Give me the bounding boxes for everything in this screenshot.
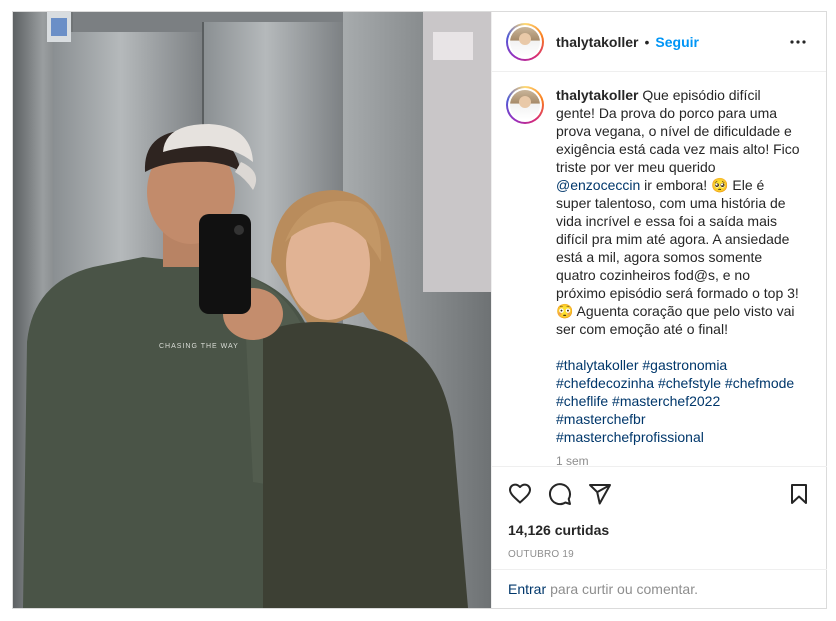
hashtag-line: #cheflife #masterchef2022 [556, 392, 801, 410]
author-avatar[interactable] [506, 22, 544, 61]
post-photo[interactable]: CHASING THE WAY [13, 12, 491, 608]
post-side-panel: thalytakoller • Seguir thalytakoller Que… [491, 12, 827, 608]
hashtag-link[interactable]: #chefstyle [658, 375, 721, 391]
hashtag-link[interactable]: #masterchef2022 [612, 393, 720, 409]
hashtag-link[interactable]: #masterchefprofissional [556, 429, 704, 445]
elevator-selfie-image: CHASING THE WAY [13, 12, 491, 608]
paper-plane-icon [589, 484, 611, 505]
post-actions-section: 14,126 curtidas OUTUBRO 19 [492, 466, 827, 560]
more-options-button[interactable] [786, 30, 810, 54]
hashtag-line: #thalytakoller #gastronomia [556, 356, 801, 374]
hashtag-link[interactable]: #gastronomia [642, 357, 727, 373]
more-horizontal-icon [790, 39, 806, 44]
bookmark-icon [791, 484, 807, 504]
separator-dot: • [644, 33, 650, 50]
likes-count[interactable]: 14,126 curtidas [492, 521, 827, 539]
comment-icon [548, 483, 571, 506]
login-link[interactable]: Entrar [508, 581, 546, 597]
hashtag-line: #masterchefprofissional [556, 428, 801, 446]
login-prompt: para curtir ou comentar. [550, 581, 698, 597]
hashtag-link[interactable]: #chefdecozinha [556, 375, 654, 391]
caption-text: thalytakoller Que episódio difícil gente… [556, 86, 801, 466]
caption-author-avatar[interactable] [506, 86, 544, 124]
caption: thalytakoller Que episódio difícil gente… [506, 86, 811, 466]
hashtag-list: #thalytakoller #gastronomia #chefdecozin… [556, 356, 801, 446]
action-bar [492, 467, 827, 521]
avatar-photo [510, 26, 540, 57]
comment-login-bar: Entrar para curtir ou comentar. [492, 569, 827, 608]
caption-timestamp: 1 sem [556, 454, 589, 466]
hashtag-line: #chefdecozinha #chefstyle #chefmode [556, 374, 801, 392]
caption-body-part2: ir embora! 🥺 Ele é super talentoso, com … [556, 177, 799, 337]
instagram-post: CHASING THE WAY thalytakoller • Seguir t… [12, 11, 827, 609]
mention-link[interactable]: @enzoceccin [556, 177, 640, 193]
comments-scroll-area[interactable]: thalytakoller Que episódio difícil gente… [492, 73, 827, 466]
hashtag-link[interactable]: #masterchefbr [556, 411, 645, 427]
caption-username[interactable]: thalytakoller [556, 87, 638, 103]
save-button[interactable] [787, 482, 811, 506]
share-button[interactable] [588, 482, 612, 506]
post-date: OUTUBRO 19 [508, 549, 574, 560]
comment-button[interactable] [548, 482, 572, 506]
hashtag-line: #masterchefbr [556, 410, 801, 428]
post-header: thalytakoller • Seguir [492, 12, 826, 72]
like-button[interactable] [508, 482, 532, 506]
hashtag-link[interactable]: #cheflife [556, 393, 608, 409]
hashtag-link[interactable]: #thalytakoller [556, 357, 639, 373]
heart-icon [509, 483, 531, 504]
avatar-photo [510, 90, 540, 120]
author-username[interactable]: thalytakoller [556, 34, 638, 50]
sweatshirt-print: CHASING THE WAY [159, 343, 239, 350]
hashtag-link[interactable]: #chefmode [725, 375, 794, 391]
follow-button[interactable]: Seguir [655, 34, 699, 50]
